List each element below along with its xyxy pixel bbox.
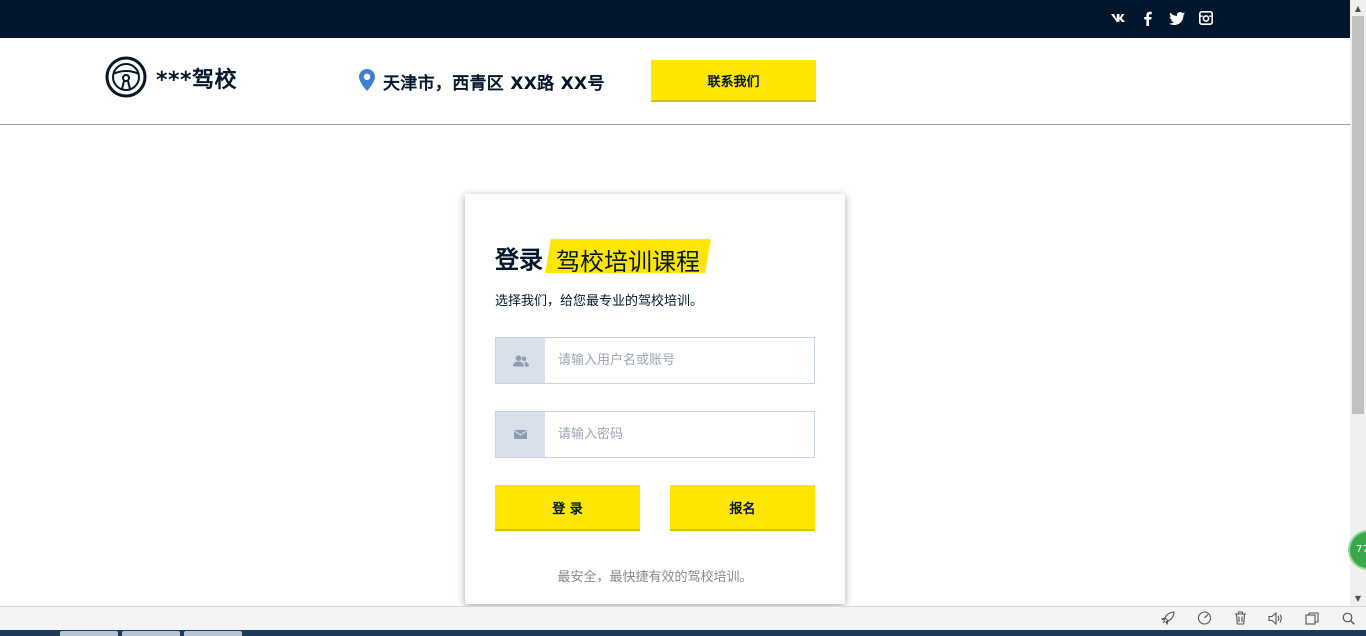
address-text: 天津市，西青区 XX路 XX号 bbox=[383, 74, 605, 94]
rocket-icon[interactable] bbox=[1160, 610, 1176, 626]
scrollbar-thumb[interactable] bbox=[1352, 16, 1364, 414]
scroll-down-arrow-icon[interactable]: ▼ bbox=[1350, 590, 1366, 606]
password-field bbox=[495, 411, 818, 458]
envelope-icon bbox=[496, 412, 545, 457]
contact-us-button[interactable]: 联系我们 bbox=[651, 60, 816, 102]
password-input[interactable] bbox=[546, 412, 818, 457]
speed-icon[interactable] bbox=[1196, 610, 1212, 626]
title-highlight-text: 驾校培训课程 bbox=[556, 248, 700, 276]
username-field bbox=[495, 337, 818, 384]
instagram-icon[interactable] bbox=[1198, 9, 1214, 27]
taskbar-item[interactable] bbox=[60, 631, 118, 636]
card-footer-note: 最安全，最快捷有效的驾校培训。 bbox=[557, 570, 753, 585]
user-group-icon bbox=[496, 338, 545, 383]
login-button[interactable]: 登 录 bbox=[495, 485, 640, 531]
window-restore-icon[interactable] bbox=[1304, 610, 1320, 626]
register-button[interactable]: 报名 bbox=[670, 485, 815, 531]
volume-icon[interactable] bbox=[1267, 610, 1283, 626]
login-card: 登录 驾校培训课程 选择我们，给您最专业的驾校培训。 登 录 报名 最安全，最快… bbox=[465, 194, 845, 604]
taskbar-item[interactable] bbox=[122, 631, 180, 636]
login-subtitle: 选择我们，给您最专业的驾校培训。 bbox=[495, 294, 704, 309]
steering-wheel-icon bbox=[105, 56, 147, 98]
brand-name[interactable]: ***驾校 bbox=[156, 62, 237, 94]
location-pin-icon bbox=[359, 69, 375, 91]
vk-icon[interactable] bbox=[1110, 9, 1128, 27]
zoom-icon[interactable] bbox=[1340, 610, 1356, 626]
scroll-up-arrow-icon[interactable]: ▲ bbox=[1350, 0, 1366, 16]
trash-icon[interactable] bbox=[1232, 610, 1248, 626]
facebook-icon[interactable] bbox=[1140, 9, 1156, 27]
username-input[interactable] bbox=[546, 338, 818, 383]
login-title: 登录 bbox=[495, 246, 543, 274]
taskbar-item[interactable] bbox=[184, 631, 242, 636]
twitter-icon[interactable] bbox=[1168, 9, 1186, 27]
